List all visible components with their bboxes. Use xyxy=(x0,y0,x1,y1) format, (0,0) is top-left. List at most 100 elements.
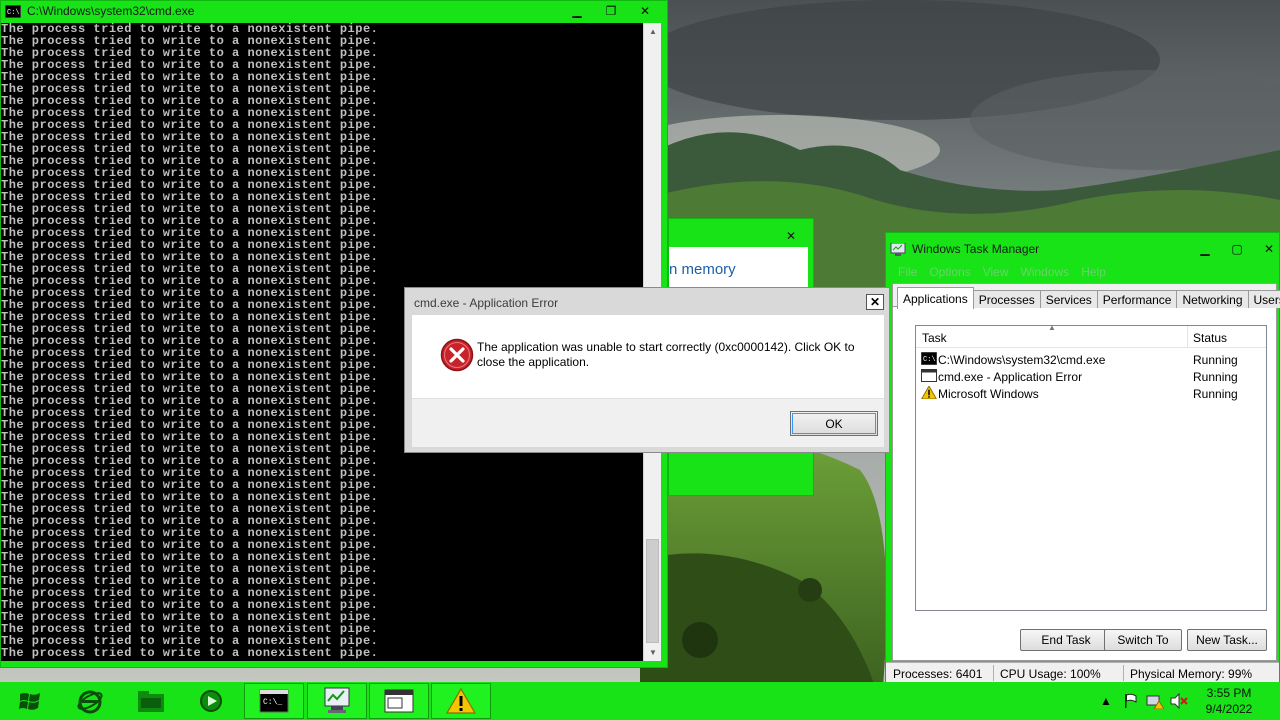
task-name: cmd.exe - Application Error xyxy=(938,370,1083,384)
dialog-body: The application was unable to start corr… xyxy=(412,315,884,447)
dialog-footer: OK xyxy=(412,398,884,447)
svg-text:C:\: C:\ xyxy=(7,9,20,17)
console-icon: C:\ xyxy=(921,352,937,365)
scroll-up-arrow-icon[interactable]: ▲ xyxy=(644,23,662,40)
chevron-up-icon: ▲ xyxy=(1100,694,1112,708)
task-row[interactable]: Microsoft Windows Running xyxy=(916,385,1266,402)
flag-icon xyxy=(1125,693,1137,708)
close-button[interactable]: ✕ xyxy=(623,2,667,20)
restore-button[interactable]: ❐ xyxy=(598,2,624,20)
network-warning-icon xyxy=(1146,695,1164,709)
media-player-button[interactable] xyxy=(191,683,231,719)
start-orb-icon xyxy=(19,693,40,710)
tab-users[interactable]: Users xyxy=(1247,290,1280,308)
tab-networking[interactable]: Networking xyxy=(1176,290,1249,308)
task-row[interactable]: cmd.exe - Application Error Running xyxy=(916,368,1266,385)
network-button[interactable] xyxy=(1145,686,1165,716)
task-name: Microsoft Windows xyxy=(938,387,1039,401)
task-manager-menu-bar: File Options View Windows Help xyxy=(892,259,1112,281)
cmd-taskbar-icon: C:\_ xyxy=(259,689,289,713)
volume-muted-icon xyxy=(1170,693,1188,709)
cmd-titlebar[interactable]: C:\ C:\Windows\system32\cmd.exe ▁ ❐ ✕ xyxy=(1,1,667,23)
task-row[interactable]: C:\ C:\Windows\system32\cmd.exe Running xyxy=(916,351,1266,368)
status-divider xyxy=(1123,665,1124,681)
scroll-thumb[interactable] xyxy=(646,539,659,643)
cmd-taskbar-button[interactable]: C:\_ xyxy=(244,683,304,719)
svg-text:C:\_: C:\_ xyxy=(263,698,282,707)
task-manager-icon xyxy=(890,243,906,256)
task-manager-panel: ▲ Task Status C:\ C:\Windows\system32\cm… xyxy=(892,283,1280,661)
minimize-button[interactable]: ▁ xyxy=(564,2,590,20)
show-hidden-icons-button[interactable]: ▲ xyxy=(1099,686,1113,716)
task-list-header: ▲ Task Status xyxy=(916,323,1266,348)
file-explorer-icon xyxy=(138,691,164,712)
background-window-text: n memory xyxy=(669,261,736,278)
column-header-status[interactable]: Status xyxy=(1193,331,1227,345)
window-icon xyxy=(921,369,937,382)
warning-taskbar-icon xyxy=(446,687,476,714)
tab-applications[interactable]: Applications xyxy=(897,287,974,309)
tm-close-button[interactable]: ✕ xyxy=(1256,240,1280,258)
switch-to-button[interactable]: Switch To xyxy=(1104,629,1182,651)
tm-minimize-button[interactable]: ▁ xyxy=(1192,240,1218,258)
task-manager-title: Windows Task Manager xyxy=(912,242,1040,256)
clock-time: 3:55 PM xyxy=(1206,686,1252,700)
background-window-body: n memory xyxy=(669,247,808,289)
background-window-close-button[interactable]: ✕ xyxy=(769,227,813,245)
taskbar: C:\_ ▲ 3:55 PM 9/4/2022 xyxy=(0,682,1280,720)
task-manager-tabs: Applications Processes Services Performa… xyxy=(897,286,1280,309)
task-manager-window[interactable]: Windows Task Manager ▁ ▢ ✕ File Options … xyxy=(885,232,1280,682)
console-icon: C:\ xyxy=(5,5,21,18)
status-memory: Physical Memory: 99% xyxy=(1130,667,1253,681)
task-name: C:\Windows\system32\cmd.exe xyxy=(938,353,1106,367)
error-icon xyxy=(440,338,474,372)
scroll-down-arrow-icon[interactable]: ▼ xyxy=(644,644,662,661)
console-line: The process tried to write to a nonexist… xyxy=(1,646,379,660)
menu-options[interactable]: Options xyxy=(923,259,976,281)
tab-performance[interactable]: Performance xyxy=(1096,290,1178,308)
svg-text:C:\: C:\ xyxy=(923,356,936,364)
sort-ascending-icon: ▲ xyxy=(1048,323,1056,332)
status-processes: Processes: 6401 xyxy=(893,667,983,681)
error-window-taskbar-icon xyxy=(384,689,414,713)
dialog-message: The application was unable to start corr… xyxy=(477,340,855,369)
task-list[interactable]: ▲ Task Status C:\ C:\Windows\system32\cm… xyxy=(915,323,1267,611)
task-manager-taskbar-button[interactable] xyxy=(307,683,367,719)
application-error-dialog[interactable]: cmd.exe - Application Error ✕ The applic… xyxy=(404,287,890,453)
status-divider xyxy=(993,665,994,681)
dialog-title: cmd.exe - Application Error xyxy=(414,296,559,310)
volume-button[interactable] xyxy=(1169,686,1189,716)
menu-file[interactable]: File xyxy=(892,259,923,281)
menu-windows[interactable]: Windows xyxy=(1015,259,1076,281)
internet-explorer-icon xyxy=(77,690,103,714)
column-divider[interactable] xyxy=(1187,326,1188,348)
menu-help[interactable]: Help xyxy=(1075,259,1112,281)
tm-maximize-button[interactable]: ▢ xyxy=(1224,240,1250,258)
task-status: Running xyxy=(1193,353,1238,367)
tab-processes[interactable]: Processes xyxy=(972,290,1041,308)
file-explorer-button[interactable] xyxy=(131,683,171,719)
task-status: Running xyxy=(1193,387,1238,401)
error-window-taskbar-button[interactable] xyxy=(369,683,429,719)
media-player-icon xyxy=(200,690,222,712)
column-header-task[interactable]: Task xyxy=(922,331,947,345)
tab-services[interactable]: Services xyxy=(1039,290,1098,308)
task-manager-titlebar[interactable]: Windows Task Manager ▁ ▢ ✕ xyxy=(886,239,1279,261)
task-status: Running xyxy=(1193,370,1238,384)
applications-tab-content: ▲ Task Status C:\ C:\Windows\system32\cm… xyxy=(893,306,1276,660)
task-manager-taskbar-icon xyxy=(324,687,350,713)
ok-button[interactable]: OK xyxy=(790,411,878,436)
warning-taskbar-button[interactable] xyxy=(431,683,491,719)
dialog-close-button[interactable]: ✕ xyxy=(866,294,884,310)
clock[interactable]: 3:55 PM 9/4/2022 xyxy=(1193,685,1265,717)
clock-date: 9/4/2022 xyxy=(1205,702,1253,716)
start-button[interactable] xyxy=(10,683,50,719)
end-task-button[interactable]: End Task xyxy=(1020,629,1112,651)
new-task-button[interactable]: New Task... xyxy=(1187,629,1267,651)
status-cpu: CPU Usage: 100% xyxy=(1000,667,1101,681)
warning-icon xyxy=(921,386,937,399)
internet-explorer-button[interactable] xyxy=(70,683,110,719)
action-center-button[interactable] xyxy=(1121,686,1141,716)
cmd-title: C:\Windows\system32\cmd.exe xyxy=(27,4,195,18)
menu-view[interactable]: View xyxy=(977,259,1015,281)
